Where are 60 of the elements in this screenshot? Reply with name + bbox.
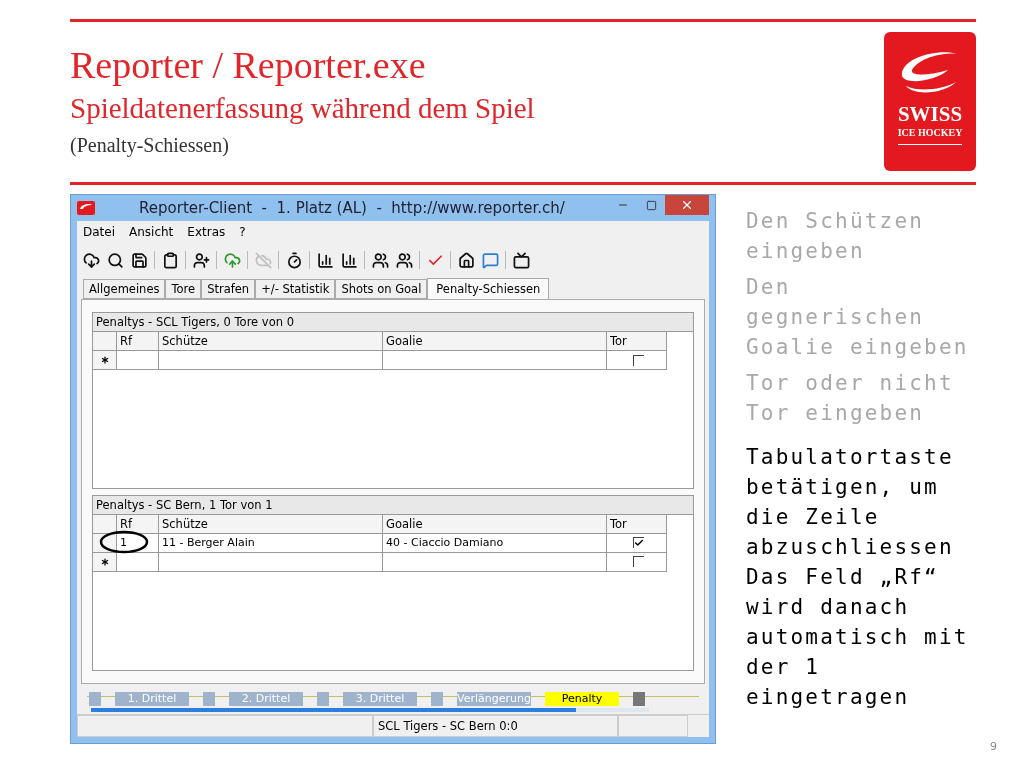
person-add-icon: [192, 251, 210, 269]
period-marker: [317, 692, 329, 706]
page-number: 9: [990, 740, 997, 753]
cloud-download-icon: [82, 251, 100, 269]
menu-item[interactable]: Ansicht: [129, 225, 174, 243]
instruction-text: Den Schützen eingeben: [746, 208, 926, 265]
instruction-text: Tabulatortaste betätigen, um die Zeile abzuschliessen Das Feld „Rf“ wird danach automatisch mit der 1 eingetragen: [746, 444, 970, 711]
tab[interactable]: Strafen: [201, 279, 256, 299]
cloud-icon: [254, 251, 272, 269]
window-title: Reporter-Client - 1. Platz (AL) - http://www.reporter.ch/: [138, 199, 566, 217]
chat-icon: [481, 251, 499, 269]
goal-checkbox[interactable]: [633, 537, 644, 548]
stopwatch-icon: [285, 251, 303, 269]
table-cell: 1: [117, 533, 159, 553]
save-icon: [130, 251, 148, 269]
slide-note: (Penalty-Schiessen): [70, 133, 230, 159]
people-icon: [395, 251, 413, 269]
close-icon: [680, 198, 694, 212]
period-marker: [89, 692, 101, 706]
tab[interactable]: Allgemeines: [83, 279, 166, 299]
logo-text: SWISS: [897, 102, 963, 127]
group-title: Penaltys - SC Bern, 1 Tor von 1: [93, 495, 693, 515]
tv-icon: [512, 251, 530, 269]
app-logo-icon: [77, 201, 95, 215]
instruction-text: Tor oder nicht Tor eingeben: [746, 370, 955, 427]
logo-subtext: ICE HOCKEY: [897, 127, 963, 145]
period-marker: [203, 692, 215, 706]
instruction-text: Den gegnerischen Goalie eingeben: [746, 274, 970, 361]
bar-chart-icon: [316, 251, 334, 269]
table-cell: 40 - Ciaccio Damiano: [383, 533, 607, 553]
slide-subtitle: Spieldatenerfassung während dem Spiel: [70, 91, 535, 126]
tab[interactable]: Tore: [165, 279, 202, 299]
period-marker: [431, 692, 443, 706]
column-header: Schütze: [159, 332, 383, 351]
menu-item[interactable]: Extras: [187, 225, 226, 243]
checkmark-icon: [634, 538, 644, 548]
highlight-ellipse: [99, 529, 149, 554]
cloud-upload-icon: [223, 251, 241, 269]
people-icon: [371, 251, 389, 269]
period-marker: [633, 692, 645, 706]
tab[interactable]: Penalty-Schiessen: [427, 278, 550, 300]
tab[interactable]: +/- Statistik: [255, 279, 336, 299]
bar-chart-icon: [340, 251, 358, 269]
search-icon: [106, 251, 124, 269]
table-cell: 11 - Berger Alain: [159, 533, 383, 553]
goal-checkbox[interactable]: [633, 354, 644, 366]
column-header: Rf: [117, 332, 159, 351]
period-segment[interactable]: Penalty: [545, 692, 619, 706]
menu-item[interactable]: Datei: [83, 225, 115, 243]
status-text: SCL Tigers - SC Bern 0:0: [373, 715, 618, 737]
tab[interactable]: Shots on Goal: [335, 279, 428, 299]
goal-checkbox[interactable]: [633, 556, 644, 567]
maximize-icon: [645, 199, 657, 211]
column-header: Goalie: [383, 332, 607, 351]
column-header: Tor: [607, 332, 667, 351]
group-title: Penaltys - SCL Tigers, 0 Tore von 0: [93, 313, 693, 332]
clipboard-icon: [161, 251, 179, 269]
slide-title: Reporter / Reporter.exe: [70, 43, 427, 88]
menu-item[interactable]: ?: [239, 225, 246, 243]
home-icon: [457, 251, 475, 269]
